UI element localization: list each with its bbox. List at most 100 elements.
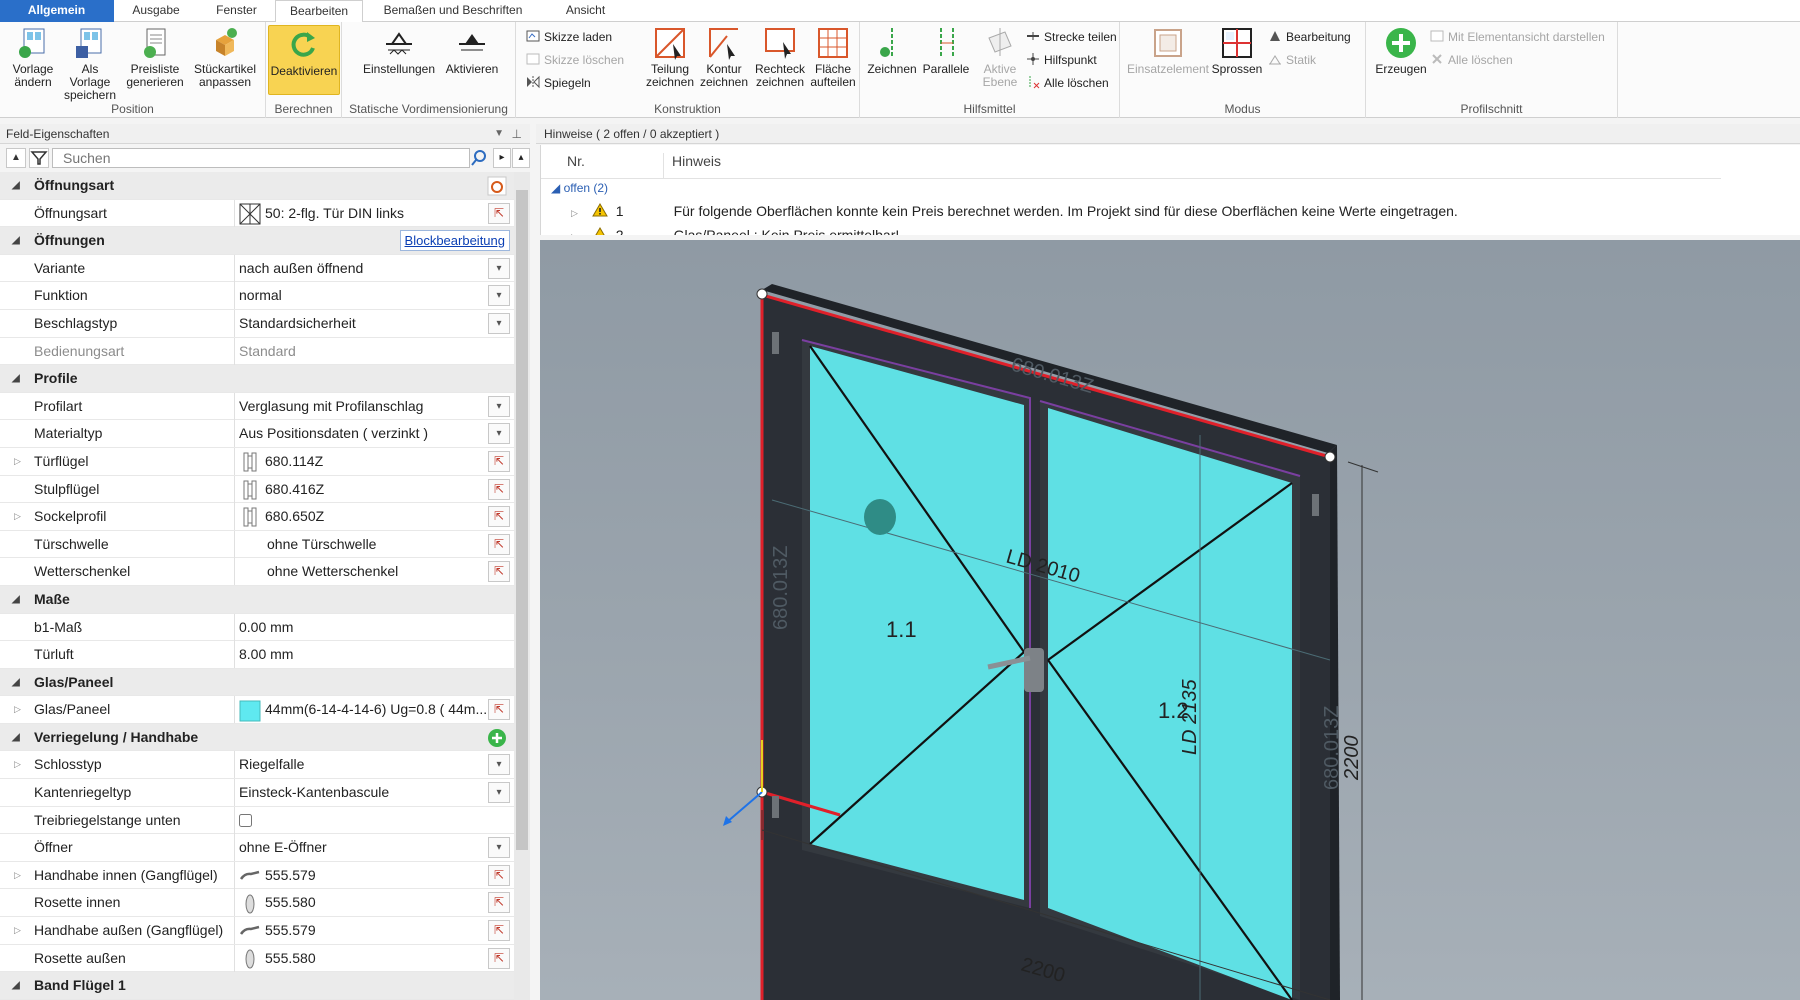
open-detail-button[interactable]: ⇱ [488,506,510,528]
expand-icon[interactable]: ▷ [14,751,21,778]
stueckartikel-anpassen-button[interactable]: Stückartikel anpassen [190,26,260,89]
properties-scrollbar[interactable] [514,172,530,1000]
expand-icon[interactable]: ▷ [571,208,578,218]
open-detail-button[interactable]: ⇱ [488,478,510,500]
property-value[interactable]: Standardsicherheit [234,309,486,337]
expand-icon[interactable]: ▷ [14,862,21,889]
open-detail-button[interactable]: ⇱ [488,920,510,942]
spiegeln-button[interactable]: Spiegeln [526,74,591,92]
expand-icon[interactable]: ▷ [571,232,578,235]
sprossen-button[interactable]: Sprossen [1210,26,1264,76]
property-value[interactable]: Aus Positionsdaten ( verzinkt ) [234,420,486,448]
expand-icon[interactable]: ▷ [14,696,21,723]
property-value[interactable]: 555.580 [234,944,486,972]
tab-fenster[interactable]: Fenster [199,0,275,22]
search-prev-button[interactable]: ▸ [493,148,511,168]
erzeugen-button[interactable]: Erzeugen [1372,26,1430,76]
expand-icon[interactable]: ▷ [14,448,21,475]
property-value[interactable]: Verglasung mit Profilanschlag [234,392,486,420]
property-value[interactable]: 44mm(6-14-4-14-6) Ug=0.8 ( 44m... [234,696,486,724]
deaktivieren-button[interactable]: Deaktivieren [268,25,340,95]
expand-icon[interactable]: ▷ [14,503,21,530]
open-detail-button[interactable]: ⇱ [488,561,510,583]
zeichnen-button[interactable]: Zeichnen [866,26,918,76]
property-value[interactable]: Einsteck-Kantenbascule [234,779,486,807]
property-value[interactable]: 680.416Z [234,475,486,503]
parallele-button[interactable]: Parallele [920,26,972,76]
collapse-icon[interactable]: ◢ [12,365,20,392]
search-icon[interactable] [468,148,490,168]
property-value[interactable]: 555.579 [234,917,486,945]
property-value[interactable]: 555.579 [234,861,486,889]
alle-loeschen-profil-button[interactable]: Alle löschen [1430,51,1513,69]
open-detail-button[interactable]: ⇱ [488,699,510,721]
tab-ausgabe[interactable]: Ausgabe [114,0,199,22]
open-detail-button[interactable]: ⇱ [488,202,510,224]
einsatzelement-button[interactable]: Einsatzelement [1126,26,1210,76]
hilfspunkt-button[interactable]: Hilfspunkt [1026,51,1097,69]
search-next-button[interactable]: ▴ [512,148,530,168]
skizze-laden-button[interactable]: Skizze laden [526,28,612,46]
collapse-icon[interactable]: ◢ [12,669,20,696]
flaeche-aufteilen-button[interactable]: Fläche aufteilen [808,26,858,89]
open-detail-button[interactable]: ⇱ [488,864,510,886]
reset-icon[interactable] [486,175,508,197]
mit-elementansicht-button[interactable]: Mit Elementansicht darstellen [1430,28,1605,46]
collapse-icon[interactable]: ◢ [12,586,20,613]
property-value[interactable]: 555.580 [234,889,486,917]
aktivieren-button[interactable]: Aktivieren [440,26,504,76]
scrollbar-thumb[interactable] [516,190,528,850]
hint-row[interactable]: ▷ 2 Glas/Paneel : Kein Preis ermittelbar… [571,227,899,235]
dropdown-button[interactable]: ▾ [488,285,510,307]
property-value[interactable]: 0.00 mm [234,613,486,641]
dropdown-button[interactable]: ▾ [488,423,510,445]
property-value[interactable]: 50: 2-flg. Tür DIN links [234,199,486,227]
open-detail-button[interactable]: ⇱ [488,450,510,472]
preisliste-generieren-button[interactable]: Preisliste generieren [124,26,186,89]
property-value[interactable]: 8.00 mm [234,641,486,669]
als-vorlage-speichern-button[interactable]: Als Vorlage speichern [60,26,120,102]
dropdown-button[interactable]: ▾ [488,782,510,804]
kontur-zeichnen-button[interactable]: Kontur zeichnen [698,26,750,89]
property-value[interactable]: Riegelfalle [234,751,486,779]
open-detail-button[interactable]: ⇱ [488,892,510,914]
filter-button[interactable] [29,148,49,168]
property-value[interactable]: ohne Wetterschenkel [234,558,486,586]
tab-ansicht[interactable]: Ansicht [544,0,628,22]
collapse-icon[interactable]: ◢ [12,724,20,751]
panel-dropdown-icon[interactable]: ▼ [494,124,504,144]
einstellungen-button[interactable]: Einstellungen [362,26,436,76]
hints-group-open[interactable]: ◢ offen (2) [551,181,608,197]
property-value[interactable]: ohne Türschwelle [234,530,486,558]
corner-grip[interactable] [756,288,768,300]
dropdown-button[interactable]: ▾ [488,754,510,776]
open-detail-button[interactable]: ⇱ [488,947,510,969]
collapse-icon[interactable]: ◢ [12,972,20,999]
skizze-loeschen-button[interactable]: Skizze löschen [526,51,624,69]
collapse-icon[interactable]: ◢ [12,227,20,254]
vorlage-aendern-button[interactable]: Vorlage ändern [6,26,60,89]
dropdown-button[interactable]: ▾ [488,312,510,334]
rechteck-zeichnen-button[interactable]: Rechteck zeichnen [752,26,808,89]
property-value[interactable]: normal [234,282,486,310]
open-detail-button[interactable]: ⇱ [488,533,510,555]
expand-icon[interactable]: ▷ [14,917,21,944]
tab-bearbeiten[interactable]: Bearbeiten [275,0,363,23]
tab-bemassen[interactable]: Bemaßen und Beschriften [363,0,544,22]
hint-row[interactable]: ▷ 1 Für folgende Oberflächen konnte kein… [571,203,1458,219]
hints-col-hint[interactable]: Hinweis [663,153,721,179]
teilung-zeichnen-button[interactable]: Teilung zeichnen [644,26,696,89]
3d-viewport[interactable]: 680.013Z 680.013Z 680.013Z 1.1 1.2 LD 20… [540,240,1800,1000]
dropdown-button[interactable]: ▾ [488,257,510,279]
pin-icon[interactable]: ⊥ [512,124,522,144]
bearbeitung-mode-button[interactable]: Bearbeitung [1268,28,1351,46]
statik-mode-button[interactable]: Statik [1268,51,1316,69]
dropdown-button[interactable]: ▾ [488,837,510,859]
property-value[interactable] [234,806,486,834]
property-value[interactable]: Standard [234,337,486,365]
aktive-ebene-button[interactable]: Aktive Ebene [974,26,1026,89]
door-3d-drawing[interactable]: 680.013Z 680.013Z 680.013Z 1.1 1.2 LD 20… [540,240,1800,1000]
collapse-up-icon[interactable]: ▲ [6,148,26,168]
property-value[interactable]: 680.114Z [234,447,486,475]
door-handle[interactable] [1024,648,1044,692]
